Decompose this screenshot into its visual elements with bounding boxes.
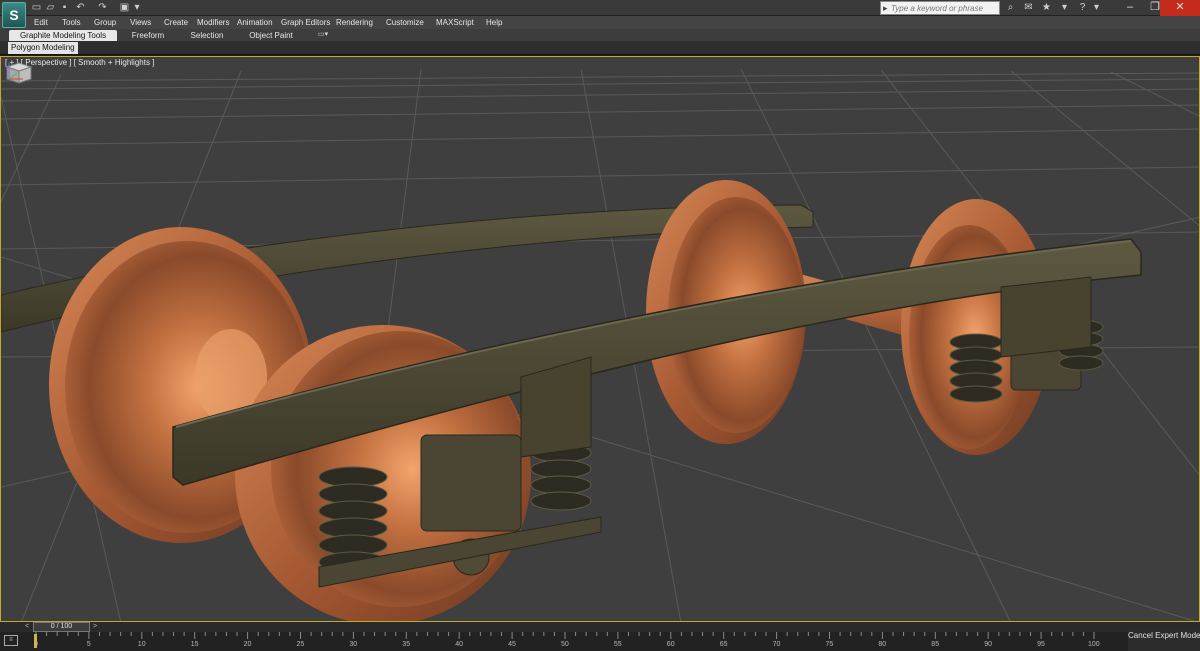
track-tick-label: 55 <box>613 641 622 648</box>
menu-maxscript[interactable]: MAXScript <box>436 16 474 29</box>
star-icon[interactable]: ★ <box>1040 1 1053 14</box>
track-tick-label: 100 <box>1088 641 1100 648</box>
track-tick-label: 80 <box>878 641 887 648</box>
search-arrow-icon: ▸ <box>883 3 888 13</box>
ribbon-panel-row: Polygon Modeling <box>0 41 1200 55</box>
viewport-scene <box>1 57 1199 621</box>
menu-graph-editors[interactable]: Graph Editors <box>281 16 330 29</box>
communication-icon[interactable]: ✉ <box>1022 1 1035 14</box>
polygon-modeling-panel[interactable]: Polygon Modeling <box>8 42 78 54</box>
track-tick-label: 40 <box>455 641 463 648</box>
chevron-down-icon[interactable]: ▾ <box>133 2 141 13</box>
track-tick-label: 25 <box>296 641 305 648</box>
menu-animation[interactable]: Animation <box>237 16 273 29</box>
search-box[interactable]: ▸ <box>880 1 1000 15</box>
time-slider-thumb[interactable]: 0 / 100 <box>33 622 90 632</box>
track-bar[interactable]: ≡ 0 5 10 15 20 25 30 35 40 45 50 55 60 65 70 75 80 85 90 95… <box>0 632 1128 651</box>
next-frame-icon[interactable]: > <box>90 622 100 632</box>
track-tick-label: 5 <box>86 641 91 648</box>
track-tick-label: 65 <box>719 641 728 648</box>
perspective-viewport[interactable]: [ + ] [ Perspective ] [ Smooth + Highlig… <box>0 56 1200 622</box>
menu-modifiers[interactable]: Modifiers <box>197 16 229 29</box>
track-tick-label: 45 <box>508 641 516 648</box>
redo-icon[interactable]: ↷ <box>96 2 109 13</box>
chevron-down-icon[interactable]: ▾ <box>1090 1 1103 14</box>
track-tick-label: 60 <box>666 641 675 648</box>
menu-create[interactable]: Create <box>164 16 188 29</box>
menu-rendering[interactable]: Rendering <box>336 16 373 29</box>
track-tick-label: 35 <box>402 641 411 648</box>
menu-help[interactable]: Help <box>486 16 502 29</box>
project-icon[interactable]: ▣ <box>118 2 131 13</box>
track-tick-label: 85 <box>931 641 940 648</box>
track-tick-label: 75 <box>825 641 834 648</box>
help-icon[interactable]: ? <box>1076 1 1089 14</box>
search-input[interactable] <box>891 2 996 14</box>
ribbon-options-icon[interactable]: ▭▾ <box>318 31 336 39</box>
tab-object-paint[interactable]: Object Paint <box>246 30 296 41</box>
new-icon[interactable]: ▭ <box>30 2 43 13</box>
track-tick-label: 15 <box>190 641 199 648</box>
time-slider[interactable]: < 0 / 100 > <box>0 622 1200 632</box>
undo-icon[interactable]: ↶ <box>74 2 87 13</box>
chevron-down-icon[interactable]: ▾ <box>1058 1 1071 14</box>
track-tick-label: 95 <box>1037 641 1045 648</box>
tab-graphite-modeling-tools[interactable]: Graphite Modeling Tools <box>9 30 117 41</box>
menu-tools[interactable]: Tools <box>62 16 81 29</box>
track-tick-label: 70 <box>772 641 781 648</box>
binoculars-icon[interactable]: ⌕ <box>1004 1 1017 14</box>
menu-group[interactable]: Group <box>94 16 116 29</box>
close-button[interactable]: ✕ <box>1160 0 1200 16</box>
mini-curve-editor-icon[interactable]: ≡ <box>4 635 18 646</box>
open-icon[interactable]: ▱ <box>44 2 57 13</box>
application-button[interactable]: S <box>2 2 26 28</box>
tab-selection[interactable]: Selection <box>186 30 228 41</box>
track-tick-label: 30 <box>349 641 358 648</box>
track-tick-label: 90 <box>984 641 992 648</box>
tab-freeform[interactable]: Freeform <box>126 30 170 41</box>
track-tick-label: 10 <box>137 641 146 648</box>
axis-tripod-icon <box>8 63 23 80</box>
menu-views[interactable]: Views <box>130 16 151 29</box>
cancel-expert-mode-button[interactable]: Cancel Expert Mode <box>1128 628 1200 651</box>
ribbon-tabs: Graphite Modeling Tools Freeform Selecti… <box>0 29 1200 41</box>
previous-frame-icon[interactable]: < <box>22 622 32 632</box>
menu-customize[interactable]: Customize <box>386 16 424 29</box>
menu-edit[interactable]: Edit <box>34 16 48 29</box>
save-icon[interactable]: ▪ <box>58 2 71 13</box>
track-tick-label: 0 <box>34 641 38 648</box>
title-bar: S ▭ ▱ ▪ ↶ ↷ ▣ ▾ ▸ ⌕ ✉ ★ ▾ ? ▾ – ❐ ✕ <box>0 0 1200 28</box>
menu-bar: Edit Tools Group Views Create Modifiers … <box>0 16 1200 29</box>
track-tick-label: 50 <box>561 641 569 648</box>
track-tick-label: 20 <box>243 641 252 648</box>
